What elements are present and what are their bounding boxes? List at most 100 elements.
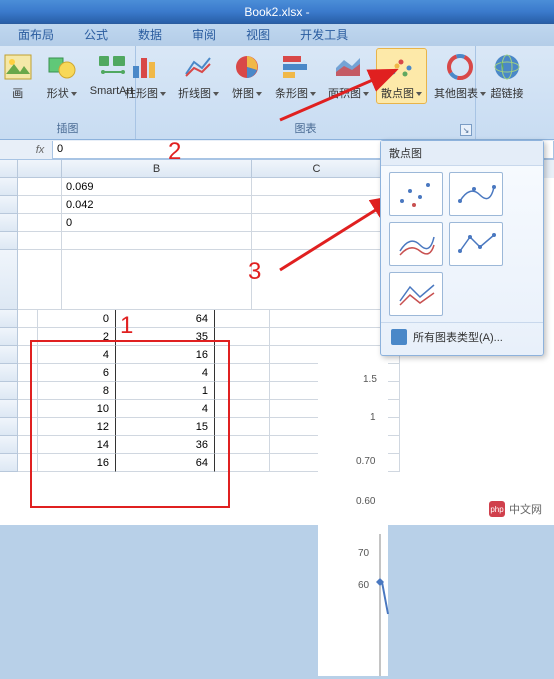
bar-chart-button[interactable]: 条形图 [270,48,321,104]
tab-review[interactable]: 审阅 [178,23,230,46]
cell[interactable]: 35 [116,328,214,346]
charts-dialog-launcher[interactable]: ↘ [460,124,472,136]
title-bar: Book2.xlsx - [0,0,554,24]
cell[interactable] [18,346,38,364]
hyperlink-button[interactable]: 超链接 [486,48,529,104]
fx-icon[interactable]: fx [28,144,52,156]
window-title: Book2.xlsx - [244,5,309,19]
row-header[interactable] [0,382,18,400]
scatter-straight-option[interactable] [389,272,443,316]
row-header[interactable] [0,178,18,196]
cell[interactable] [18,436,38,454]
cell[interactable] [18,400,38,418]
area-chart-button[interactable]: 面积图 [323,48,374,104]
cell[interactable] [62,232,252,250]
chevron-down-icon [160,92,166,96]
col-header-partial[interactable] [18,160,62,178]
cell[interactable] [18,418,38,436]
cell[interactable] [18,196,62,214]
all-charts-icon [391,329,407,345]
scatter-straight-markers-option[interactable] [449,222,503,266]
cell[interactable] [18,178,62,196]
cell[interactable] [252,196,382,214]
cell[interactable] [18,382,38,400]
chart-preview[interactable]: 1.5 1 0.70 0.60 70 60 [318,356,388,676]
cell[interactable]: 0 [62,214,252,232]
tab-layout[interactable]: 面布局 [4,23,68,46]
cell[interactable] [214,436,270,454]
cell[interactable]: 10 [38,400,116,418]
cell[interactable] [252,232,382,250]
shapes-button[interactable]: 形状 [41,48,83,104]
cell[interactable] [18,454,38,472]
cell[interactable]: 0 [38,310,116,328]
pie-chart-button[interactable]: 饼图 [226,48,268,104]
tab-developer[interactable]: 开发工具 [286,23,362,46]
cell[interactable] [18,328,38,346]
cell[interactable]: 0.042 [62,196,252,214]
row-header[interactable] [0,214,18,232]
row-header[interactable] [0,196,18,214]
cell[interactable]: 36 [116,436,214,454]
row-header[interactable] [0,232,18,250]
scatter-smooth-option[interactable] [389,222,443,266]
cell[interactable] [214,454,270,472]
row-header[interactable] [0,418,18,436]
scatter-markers-option[interactable] [389,172,443,216]
cell[interactable]: 4 [38,346,116,364]
cell[interactable] [18,364,38,382]
cell[interactable] [252,250,382,310]
column-chart-button[interactable]: 柱形图 [120,48,171,104]
cell[interactable]: 4 [116,400,214,418]
cell[interactable]: 1 [116,382,214,400]
cell[interactable] [214,400,270,418]
row-header[interactable] [0,250,18,310]
cell[interactable]: 0.069 [62,178,252,196]
cell[interactable] [214,328,270,346]
cell[interactable] [214,382,270,400]
col-header-b[interactable]: B [62,160,252,178]
scatter-chart-button[interactable]: 散点图 [376,48,427,104]
tab-view[interactable]: 视图 [232,23,284,46]
cell[interactable] [18,232,62,250]
row-header[interactable] [0,400,18,418]
cell[interactable]: 14 [38,436,116,454]
cell[interactable]: 2 [38,328,116,346]
cell[interactable]: 16 [38,454,116,472]
cell[interactable]: 16 [116,346,214,364]
cell[interactable]: 8 [38,382,116,400]
picture-button[interactable]: 画 [0,48,39,104]
cell[interactable]: 15 [116,418,214,436]
scatter-smooth-markers-option[interactable] [449,172,503,216]
cell[interactable] [214,364,270,382]
cell[interactable] [214,346,270,364]
cell[interactable] [62,250,252,310]
other-charts-button[interactable]: 其他图表 [429,48,491,104]
row-header[interactable] [0,310,18,328]
tab-formulas[interactable]: 公式 [70,23,122,46]
cell[interactable]: 64 [116,310,214,328]
row-header[interactable] [0,436,18,454]
tab-data[interactable]: 数据 [124,23,176,46]
cell[interactable]: 12 [38,418,116,436]
cell[interactable] [18,250,62,310]
row-header[interactable] [0,454,18,472]
cell[interactable]: 4 [116,364,214,382]
cell[interactable] [214,418,270,436]
col-header-c[interactable]: C [252,160,382,178]
row-header[interactable] [0,328,18,346]
cell[interactable] [252,178,382,196]
cell[interactable] [18,214,62,232]
line-chart-button[interactable]: 折线图 [173,48,224,104]
cell[interactable]: 64 [116,454,214,472]
cell[interactable] [214,310,270,328]
all-chart-types-button[interactable]: 所有图表类型(A)... [381,322,543,351]
cell[interactable] [18,310,38,328]
select-all-corner[interactable] [0,160,18,178]
row-header[interactable] [0,346,18,364]
ribbon-group-illustrations: 画 形状 SmartArt 插图 [0,46,136,139]
cell[interactable]: 6 [38,364,116,382]
row-header[interactable] [0,364,18,382]
cell[interactable] [252,214,382,232]
pie-chart-label: 饼图 [232,85,254,101]
